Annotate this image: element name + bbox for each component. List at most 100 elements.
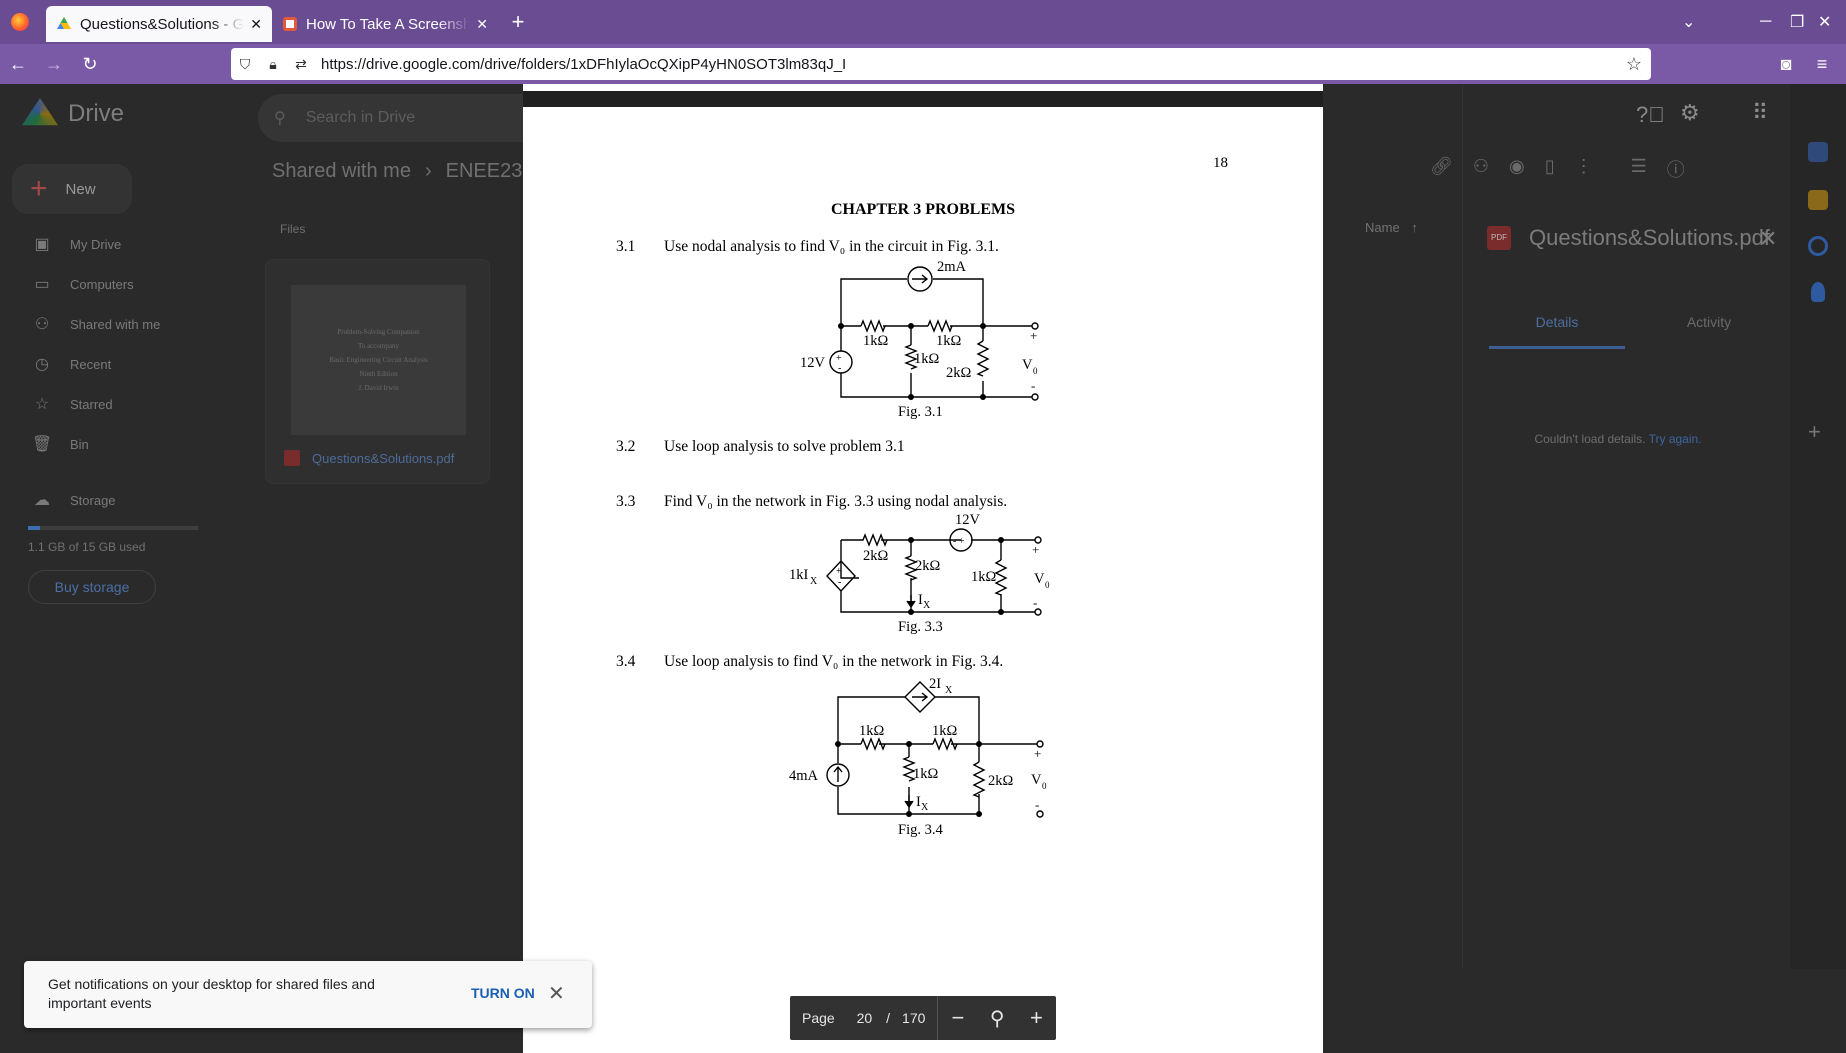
sidebar-item-label: Shared with me — [70, 316, 161, 332]
details-panel: PDF Questions&Solutions.pdf ✕ Details Ac… — [1462, 84, 1827, 969]
svg-text:+: + — [1034, 746, 1041, 761]
name-column-header[interactable]: Name ↑ — [1365, 220, 1418, 235]
label-vout-sub: 0 — [1042, 781, 1047, 791]
close-tab-icon[interactable]: ✕ — [250, 16, 262, 33]
circuit-wires — [837, 696, 1038, 815]
restore-icon[interactable]: ❐ — [1790, 0, 1804, 44]
clock-icon: ◷ — [35, 356, 49, 373]
permissions-icon[interactable]: ⇄ — [287, 56, 315, 73]
label-r1: 1kΩ — [859, 723, 885, 739]
reload-icon[interactable]: ↻ — [72, 44, 108, 84]
tab-activity[interactable]: Activity — [1639, 314, 1779, 330]
storage-bar-fill — [28, 526, 40, 530]
sidebar-item-label: Starred — [70, 396, 113, 412]
lock-icon[interactable]: 🔒︎ — [259, 56, 287, 73]
error-text: Couldn't load details. — [1534, 432, 1646, 446]
page-label: Page — [802, 1010, 835, 1026]
navigation-bar: ← → ↻ ⛉ 🔒︎ ⇄ https://drive.google.com/dr… — [0, 44, 1846, 84]
zoom-magnifier-icon[interactable]: ⚲ — [978, 1006, 1017, 1031]
label-is: 4mA — [789, 768, 819, 784]
tab-title: How To Take A Screenshot — [306, 15, 471, 33]
side-apps-rail: + — [1790, 84, 1846, 969]
pdf-previous-page-edge — [523, 84, 1323, 91]
sidebar-item-starred[interactable]: ☆ Starred — [0, 384, 240, 424]
drive-logo[interactable]: Drive — [22, 98, 124, 130]
close-icon[interactable]: ✕ — [1759, 226, 1777, 252]
new-label: New — [65, 180, 96, 198]
pocket-icon[interactable]: ◙ — [1768, 44, 1804, 84]
sidebar-item-shared[interactable]: ⚇ Shared with me — [0, 304, 240, 344]
new-tab-button[interactable]: + — [498, 9, 538, 35]
forward-icon[interactable]: → — [36, 44, 72, 84]
file-card[interactable]: Problem-Solving Companion To accompany B… — [265, 259, 490, 484]
label-ix-sub: X — [921, 802, 929, 813]
file-thumbnail: Problem-Solving Companion To accompany B… — [291, 285, 466, 435]
close-icon[interactable]: ✕ — [548, 981, 565, 1006]
label-vout: V — [1031, 772, 1042, 788]
app-menu-icon[interactable]: ≡ — [1804, 44, 1840, 84]
thumb-line: Problem-Solving Companion — [337, 328, 420, 336]
firefox-menu-button[interactable] — [0, 0, 40, 44]
pdf-page: 18 CHAPTER 3 PROBLEMS 3.1 Use nodal anal… — [523, 107, 1323, 1053]
label-dep-sub: X — [945, 685, 953, 696]
file-name[interactable]: Questions&Solutions.pdf — [284, 450, 454, 466]
notification-toast: Get notifications on your desktop for sh… — [24, 961, 592, 1028]
pdf-page-controls: Page 20 / 170 − ⚲ + — [790, 996, 1056, 1040]
sidebar-item-computers[interactable]: ▭ Computers — [0, 264, 240, 304]
firefox-icon — [11, 13, 29, 31]
close-window-icon[interactable]: ✕ — [1818, 0, 1831, 44]
link-icon[interactable]: 🔗︎ — [1430, 156, 1453, 182]
label-r4: 2kΩ — [988, 773, 1014, 789]
sidebar-item-my-drive[interactable]: ▣ My Drive — [0, 224, 240, 264]
sidebar-item-storage[interactable]: ☁ Storage — [0, 480, 240, 520]
pdf-icon: PDF — [1487, 226, 1511, 250]
arrow-up-icon — [833, 765, 843, 782]
search-placeholder: Search in Drive — [305, 109, 416, 126]
details-error: Couldn't load details. Try again. — [1463, 432, 1773, 446]
search-icon: ⚲ — [274, 110, 286, 127]
shield-icon[interactable]: ⛉ — [231, 56, 259, 73]
minimize-icon[interactable]: ─ — [1760, 0, 1771, 44]
sidebar-item-bin[interactable]: 🗑︎ Bin — [0, 424, 240, 464]
tab-details[interactable]: Details — [1489, 314, 1625, 349]
google-drive-icon — [57, 17, 71, 29]
breadcrumb-item[interactable]: Shared with me — [272, 160, 411, 182]
list-tabs-icon[interactable]: ⌄ — [1682, 0, 1695, 44]
close-tab-icon[interactable]: ✕ — [476, 16, 488, 33]
url-bar[interactable]: ⛉ 🔒︎ ⇄ https://drive.google.com/drive/fo… — [231, 48, 1651, 80]
thumb-line: J. David Irwin — [358, 384, 399, 392]
pdf-page-gap — [523, 91, 1323, 107]
svg-text:-: - — [1035, 797, 1039, 812]
bookmark-star-icon[interactable]: ☆ — [1617, 54, 1651, 75]
label-r2: 1kΩ — [932, 723, 958, 739]
sidebar-item-label: My Drive — [70, 236, 122, 252]
buy-storage-button[interactable]: Buy storage — [28, 570, 156, 604]
bin-icon: 🗑︎ — [31, 436, 53, 453]
sidebar-item-recent[interactable]: ◷ Recent — [0, 344, 240, 384]
contacts-icon[interactable] — [1811, 282, 1825, 302]
drive-app-name: Drive — [68, 100, 125, 127]
screenshot-site-icon — [283, 17, 297, 31]
tab-screenshot[interactable]: How To Take A Screenshot ✕ — [272, 6, 498, 42]
toast-message: Get notifications on your desktop for sh… — [48, 976, 375, 1011]
drive-logo-icon — [22, 98, 58, 126]
tasks-icon[interactable] — [1808, 236, 1828, 256]
url-text[interactable]: https://drive.google.com/drive/folders/1… — [321, 56, 1617, 73]
add-addon-icon[interactable]: + — [1808, 421, 1828, 443]
resistor-symbol — [972, 761, 986, 798]
back-icon[interactable]: ← — [0, 44, 36, 84]
try-again-link[interactable]: Try again. — [1649, 432, 1702, 446]
thumb-line: To accompany — [358, 342, 399, 350]
cloud-icon: ☁ — [34, 492, 50, 509]
browser-tab-bar: Questions&Solutions - Google Drive ✕ How… — [0, 0, 1846, 44]
zoom-out-icon[interactable]: − — [938, 1005, 977, 1031]
page-number-input[interactable]: 20 — [851, 1010, 878, 1026]
calendar-icon[interactable] — [1808, 142, 1828, 162]
arrow-right-icon — [912, 692, 929, 702]
turn-on-button[interactable]: TURN ON — [471, 985, 535, 1001]
keep-icon[interactable] — [1808, 190, 1828, 210]
zoom-in-icon[interactable]: + — [1017, 1005, 1056, 1031]
tab-drive[interactable]: Questions&Solutions - Google Drive ✕ — [46, 6, 272, 42]
new-button[interactable]: + New — [12, 164, 132, 214]
tab-title: Questions&Solutions - Google Drive — [80, 15, 245, 33]
